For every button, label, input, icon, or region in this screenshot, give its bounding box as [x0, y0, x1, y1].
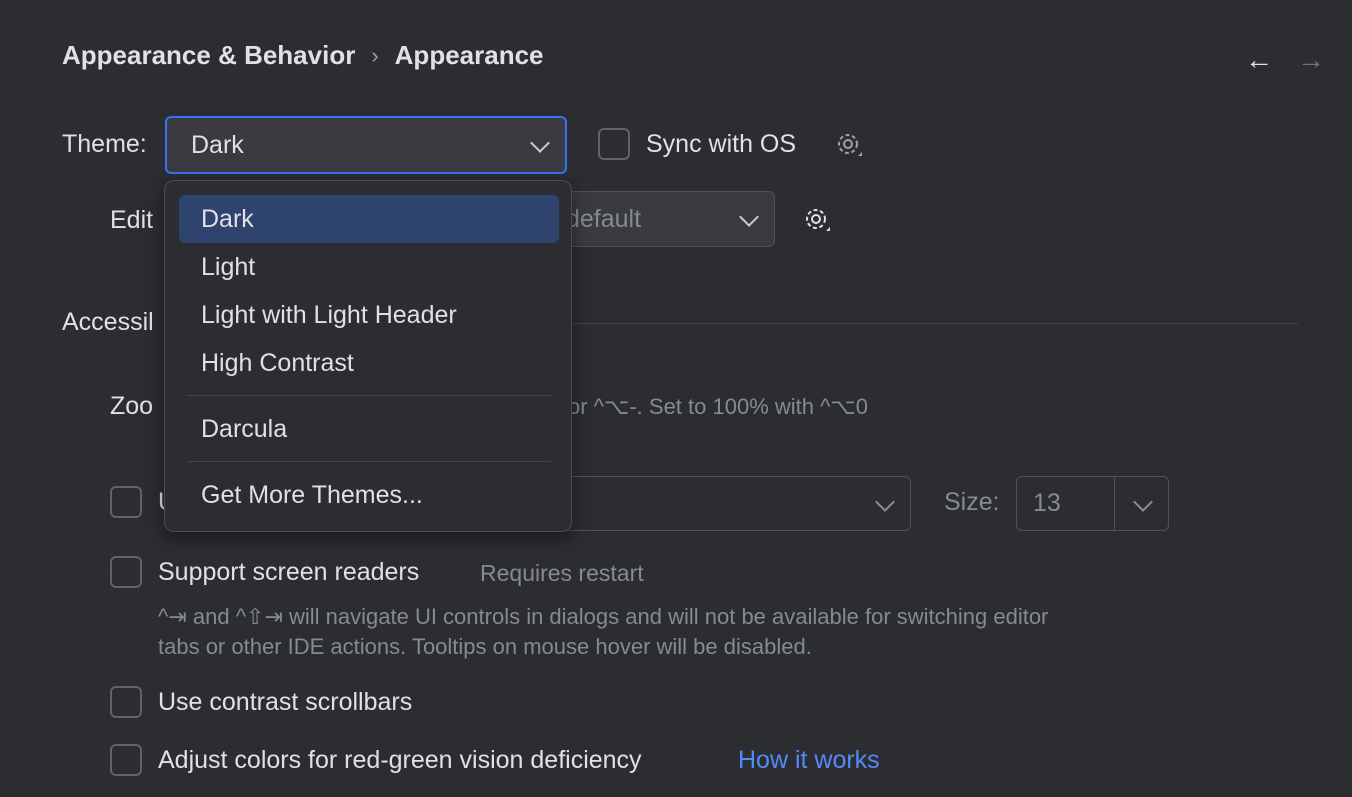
breadcrumb-separator: ›: [371, 43, 378, 69]
gear-icon[interactable]: [802, 205, 830, 233]
contrast-scrollbars-label: Use contrast scrollbars: [158, 688, 412, 717]
contrast-scrollbars-checkbox[interactable]: [110, 686, 142, 718]
popup-separator: [187, 461, 551, 462]
sync-with-os-checkbox[interactable]: [598, 128, 630, 160]
screen-readers-desc-line1: ^⇥ and ^⇧⇥ will navigate UI controls in …: [158, 604, 1048, 630]
breadcrumb-current: Appearance: [395, 40, 544, 71]
breadcrumb: Appearance & Behavior › Appearance: [62, 40, 544, 71]
sync-with-os-label: Sync with OS: [646, 130, 796, 159]
custom-font-checkbox[interactable]: [110, 486, 142, 518]
zoom-hint: or ^⌥-. Set to 100% with ^⌥0: [568, 394, 868, 420]
font-size-split: [1114, 477, 1115, 530]
screen-readers-checkbox[interactable]: [110, 556, 142, 588]
how-it-works-link[interactable]: How it works: [738, 746, 880, 775]
screen-readers-desc-line2: tabs or other IDE actions. Tooltips on m…: [158, 634, 812, 660]
theme-label: Theme:: [62, 130, 147, 159]
theme-option-light[interactable]: Light: [179, 243, 559, 291]
theme-option-dark[interactable]: Dark: [179, 195, 559, 243]
theme-combobox-value: Dark: [191, 131, 244, 160]
requires-restart-note: Requires restart: [480, 560, 644, 587]
font-size-value: 13: [1033, 489, 1061, 518]
zoom-label: Zoo: [110, 392, 153, 421]
custom-font-combobox[interactable]: [540, 476, 911, 531]
font-size-label: Size:: [944, 488, 1000, 517]
editor-scheme-value: default: [566, 205, 641, 234]
breadcrumb-parent[interactable]: Appearance & Behavior: [62, 40, 355, 71]
gear-icon[interactable]: [834, 130, 862, 158]
section-divider: [560, 323, 1298, 324]
color-deficiency-checkbox[interactable]: [110, 744, 142, 776]
font-size-combobox[interactable]: 13: [1016, 476, 1169, 531]
chevron-down-icon: [530, 133, 550, 153]
screen-readers-label: Support screen readers: [158, 558, 419, 587]
theme-combobox[interactable]: Dark: [165, 116, 567, 174]
get-more-themes-item[interactable]: Get More Themes...: [179, 471, 559, 519]
theme-option-high-contrast[interactable]: High Contrast: [179, 339, 559, 387]
popup-separator: [187, 395, 551, 396]
chevron-down-icon: [1133, 492, 1153, 512]
back-arrow-icon[interactable]: ←: [1245, 44, 1273, 76]
theme-dropdown-popup: Dark Light Light with Light Header High …: [164, 180, 572, 532]
chevron-down-icon: [875, 492, 895, 512]
theme-option-darcula[interactable]: Darcula: [179, 405, 559, 453]
editor-scheme-label: Edit: [110, 206, 153, 235]
theme-option-light-with-light-header[interactable]: Light with Light Header: [179, 291, 559, 339]
chevron-down-icon: [739, 207, 759, 227]
forward-arrow-icon[interactable]: →: [1297, 44, 1325, 76]
color-deficiency-label: Adjust colors for red-green vision defic…: [158, 746, 642, 775]
editor-scheme-combobox[interactable]: default: [545, 191, 775, 247]
accessibility-section-title: Accessil: [62, 308, 154, 337]
